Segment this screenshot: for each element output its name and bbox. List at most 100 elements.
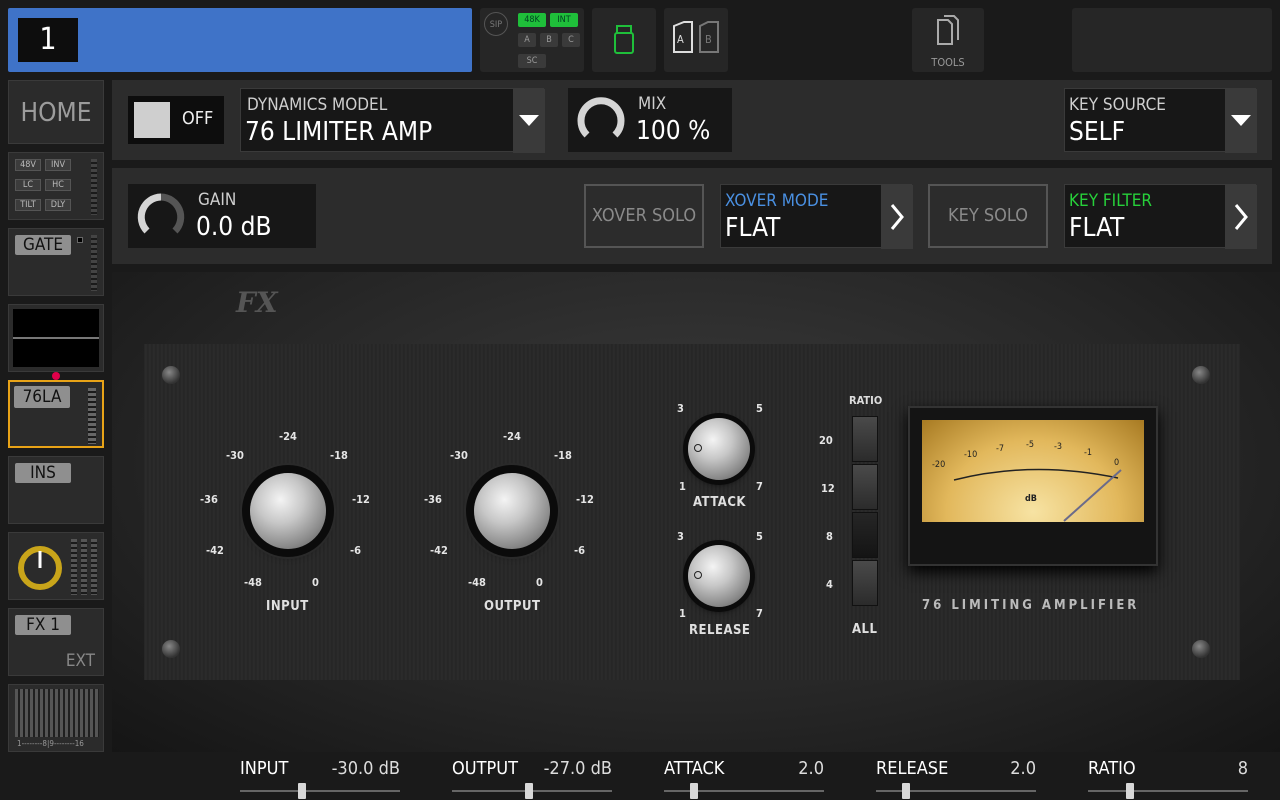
compressor-section-selected[interactable]: 76LA (8, 380, 104, 448)
vu-meter-face: -20 -10 -7 -5 -3 -1 0 dB (922, 420, 1144, 522)
xover-mode-select[interactable]: XOVER MODE FLAT (720, 184, 913, 249)
param-slider-thumb[interactable] (902, 783, 910, 799)
ratio-8-button-active[interactable] (852, 512, 878, 558)
release-tick: 1 (679, 607, 686, 620)
gate-section[interactable]: GATE (8, 228, 104, 296)
fader-pan-section[interactable] (8, 532, 104, 600)
key-source-select[interactable]: KEY SOURCE SELF (1064, 88, 1257, 153)
mix-label: MIX (638, 94, 667, 114)
key-solo-button[interactable]: KEY SOLO (928, 184, 1048, 248)
chevron-right-icon (1234, 204, 1248, 230)
ratio-all-label[interactable]: ALL (852, 622, 877, 637)
ratio-value: 4 (826, 578, 833, 591)
eq-section[interactable] (8, 304, 104, 372)
input-tick: -36 (200, 493, 218, 506)
dynamics-model-label: DYNAMICS MODEL (247, 95, 388, 115)
xover-mode-next-button[interactable] (881, 185, 913, 249)
key-filter-next-button[interactable] (1225, 185, 1257, 249)
screw-icon (162, 640, 180, 658)
ratio-12-button[interactable] (852, 464, 878, 510)
scene-cards-icon (673, 21, 719, 53)
level-meter-mid (81, 539, 87, 595)
key-source-dropdown-button[interactable] (1225, 89, 1257, 153)
gain-knob-icon (137, 193, 185, 234)
param-value: 2.0 (798, 758, 824, 779)
bus-sends-section[interactable]: 1--------8|9--------16 (8, 684, 104, 752)
output-tick: -30 (450, 449, 468, 462)
bus-meters (15, 689, 99, 737)
input-tick: -24 (279, 430, 297, 443)
param-slider-thumb[interactable] (525, 783, 533, 799)
dynamics-model-select[interactable]: DYNAMICS MODEL 76 LIMITER AMP (240, 88, 545, 153)
input-knob[interactable] (250, 473, 326, 549)
scene-ab-button[interactable] (664, 8, 728, 72)
param-slider-thumb[interactable] (690, 783, 698, 799)
bus-c-badge: C (562, 33, 580, 47)
attack-tick: 5 (756, 402, 763, 415)
param-slider-track[interactable] (1088, 790, 1248, 792)
release-tick: 3 (677, 530, 684, 543)
vu-meter-scale (953, 468, 1122, 522)
ratio-value: 8 (826, 530, 833, 543)
ratio-4-button[interactable] (852, 560, 878, 606)
key-filter-select[interactable]: KEY FILTER FLAT (1064, 184, 1257, 249)
power-toggle[interactable]: OFF (128, 96, 224, 144)
sc-badge: SC (518, 54, 546, 68)
ratio-20-button[interactable] (852, 416, 878, 462)
param-slider-track[interactable] (240, 790, 400, 792)
usb-button[interactable] (592, 8, 656, 72)
param-slider-thumb[interactable] (298, 783, 306, 799)
fx-send-section[interactable]: FX 1 EXT (8, 608, 104, 676)
param-slider-thumb[interactable] (1126, 783, 1134, 799)
dynamics-model-dropdown-button[interactable] (513, 89, 545, 153)
gate-meter (91, 235, 97, 291)
attack-knob[interactable] (688, 418, 750, 480)
meter-tick: -5 (1026, 440, 1035, 450)
attack-tick: 1 (679, 480, 686, 493)
meter-tick: -20 (932, 460, 946, 470)
high-cut: HC (45, 179, 71, 191)
param-label: INPUT (240, 758, 289, 779)
param-value: -30.0 dB (331, 758, 400, 779)
level-meter-left (71, 539, 77, 595)
input-tick: 0 (312, 576, 319, 589)
input-tick: -48 (244, 576, 262, 589)
gain-label: GAIN (198, 190, 237, 210)
param-slider-track[interactable] (876, 790, 1036, 792)
output-tick: 0 (536, 576, 543, 589)
param-slider-output[interactable]: OUTPUT -27.0 dB (452, 756, 612, 800)
gain-control[interactable]: GAIN 0.0 dB (128, 184, 316, 248)
insert-section[interactable]: INS (8, 456, 104, 524)
release-knob[interactable] (688, 545, 750, 607)
top-right-empty-slot[interactable] (1072, 8, 1272, 72)
gate-led (77, 237, 83, 243)
bus-b-badge: B (540, 33, 558, 47)
preamp-section[interactable]: 48V INV LC HC TILT DLY (8, 152, 104, 220)
chevron-down-icon (1231, 115, 1251, 126)
release-knob-label: RELEASE (689, 623, 751, 638)
param-slider-track[interactable] (664, 790, 824, 792)
input-tick: -12 (352, 493, 370, 506)
param-slider-input[interactable]: INPUT -30.0 dB (240, 756, 400, 800)
release-tick: 5 (756, 530, 763, 543)
param-slider-ratio[interactable]: RATIO 8 (1088, 756, 1248, 800)
xover-solo-button[interactable]: XOVER SOLO (584, 184, 704, 248)
output-knob[interactable] (474, 473, 550, 549)
eq-indicator-dot (52, 372, 60, 380)
output-knob-label: OUTPUT (484, 599, 541, 614)
fx-logo: FX (236, 286, 278, 319)
mix-control[interactable]: MIX 100 % (568, 88, 732, 152)
tools-button[interactable]: TOOLS (912, 8, 984, 72)
sample-rate-badge: 48K (518, 13, 546, 27)
channel-number: 1 (18, 18, 78, 62)
param-value: 2.0 (1010, 758, 1036, 779)
param-slider-attack[interactable]: ATTACK 2.0 (664, 756, 824, 800)
param-label: OUTPUT (452, 758, 518, 779)
documents-icon (937, 15, 959, 45)
input-knob-label: INPUT (266, 599, 309, 614)
param-slider-release[interactable]: RELEASE 2.0 (876, 756, 1036, 800)
input-tick: -30 (226, 449, 244, 462)
xover-mode-value: FLAT (725, 213, 781, 243)
home-button[interactable]: HOME (8, 80, 104, 144)
param-label: RATIO (1088, 758, 1136, 779)
